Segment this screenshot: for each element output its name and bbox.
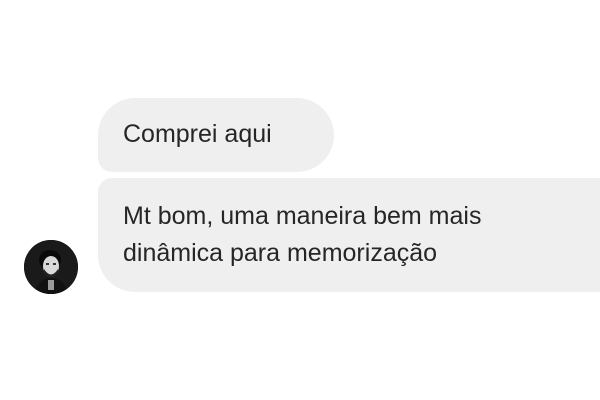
- message-text: dinâmica para memorização: [123, 239, 438, 267]
- sender-avatar[interactable]: [24, 240, 78, 294]
- message-bubble[interactable]: Mt bom, uma maneira bem mais dinâmica pa…: [98, 178, 600, 292]
- message-bubble[interactable]: Comprei aqui: [98, 98, 334, 172]
- message-text: Comprei aqui: [123, 120, 272, 148]
- message-text: Mt bom, uma maneira bem mais: [123, 202, 482, 230]
- avatar-photo-icon: [24, 240, 78, 294]
- chat-screen: Comprei aqui Mt bom, uma maneira bem mai…: [0, 0, 600, 400]
